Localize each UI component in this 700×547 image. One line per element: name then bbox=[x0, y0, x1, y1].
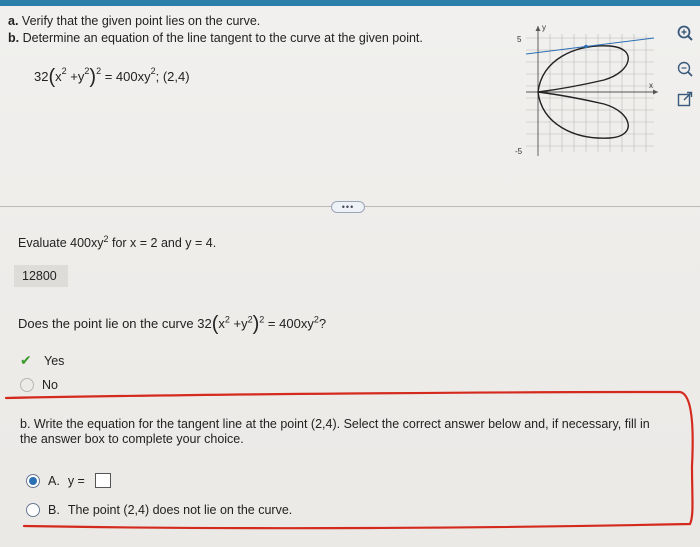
option-b-text: The point (2,4) does not lie on the curv… bbox=[67, 503, 293, 517]
part-b-prompt-line2: the answer box to complete your choice. bbox=[20, 432, 244, 446]
step2-prefix: Does the point lie on the curve 32 bbox=[18, 316, 212, 331]
eq-exp-outer: 2 bbox=[96, 66, 102, 76]
option-yes-label: Yes bbox=[44, 353, 65, 368]
zoom-out-icon[interactable] bbox=[676, 60, 694, 78]
tangent-line bbox=[525, 37, 655, 55]
radio-b[interactable] bbox=[26, 503, 40, 517]
option-b-letter: B. bbox=[48, 503, 60, 517]
part-b-text: Determine an equation of the line tangen… bbox=[22, 31, 423, 45]
option-a-letter: A. bbox=[48, 473, 60, 488]
x-axis-arrow bbox=[653, 89, 658, 95]
radio-a[interactable] bbox=[26, 473, 40, 488]
part-a-text: Verify that the given point lies on the … bbox=[21, 14, 261, 28]
y-tick-bottom: -5 bbox=[515, 147, 523, 156]
step1-answer-value: 12800 bbox=[22, 269, 57, 283]
part-b-prompt-line1: b. Write the equation for the tangent li… bbox=[20, 417, 650, 431]
external-link-icon[interactable] bbox=[676, 90, 694, 108]
step2-exp-x: 2 bbox=[224, 314, 230, 325]
step2-prompt: Does the point lie on the curve 32(x2 +y… bbox=[18, 313, 326, 336]
part-b-statement: b. Determine an equation of the line tan… bbox=[8, 31, 423, 45]
step1-suffix: for x = 2 and y = 4. bbox=[108, 236, 217, 251]
x-axis-label: x bbox=[649, 81, 653, 90]
step2-plus: + bbox=[233, 316, 242, 331]
step1-answer: 12800 bbox=[14, 265, 68, 287]
eq-exp-x: 2 bbox=[61, 66, 67, 76]
expand-more-button[interactable]: ••• bbox=[331, 201, 365, 213]
y-axis-arrow bbox=[535, 26, 541, 31]
zoom-in-icon[interactable] bbox=[676, 24, 694, 42]
option-a-text: y = bbox=[67, 473, 85, 488]
step1-prefix: Evaluate 400xy bbox=[18, 236, 104, 251]
eq-point: ; (2,4) bbox=[155, 69, 190, 84]
option-yes[interactable]: ✔ Yes bbox=[20, 352, 64, 369]
part-a-statement: a. Verify that the given point lies on t… bbox=[8, 14, 260, 28]
part-b-marker: b. bbox=[8, 31, 20, 45]
checkmark-icon: ✔ bbox=[20, 352, 32, 368]
part-a-marker: a. bbox=[8, 14, 19, 28]
option-a[interactable]: A. y = bbox=[26, 473, 111, 488]
step1-prompt: Evaluate 400xy2 for x = 2 and y = 4. bbox=[18, 234, 216, 250]
option-b[interactable]: B. The point (2,4) does not lie on the c… bbox=[26, 503, 292, 517]
curve-equation: 32(x2 +y2)2 = 400xy2; (2,4) bbox=[34, 66, 190, 89]
step2-exp-outer: 2 bbox=[259, 314, 265, 325]
step2-end: ? bbox=[318, 316, 327, 331]
point-marker bbox=[584, 44, 588, 49]
eq-plus: + bbox=[70, 69, 78, 84]
y-tick-top: 5 bbox=[517, 35, 522, 44]
eq-rhs: = 400xy bbox=[104, 69, 151, 84]
step2-rhs: = 400xy bbox=[267, 316, 314, 331]
tangent-answer-input[interactable] bbox=[94, 473, 111, 488]
curve-graph[interactable]: y x 5 -5 bbox=[514, 20, 662, 160]
y-axis-label: y bbox=[542, 23, 546, 32]
eq-coef: 32 bbox=[34, 69, 49, 84]
